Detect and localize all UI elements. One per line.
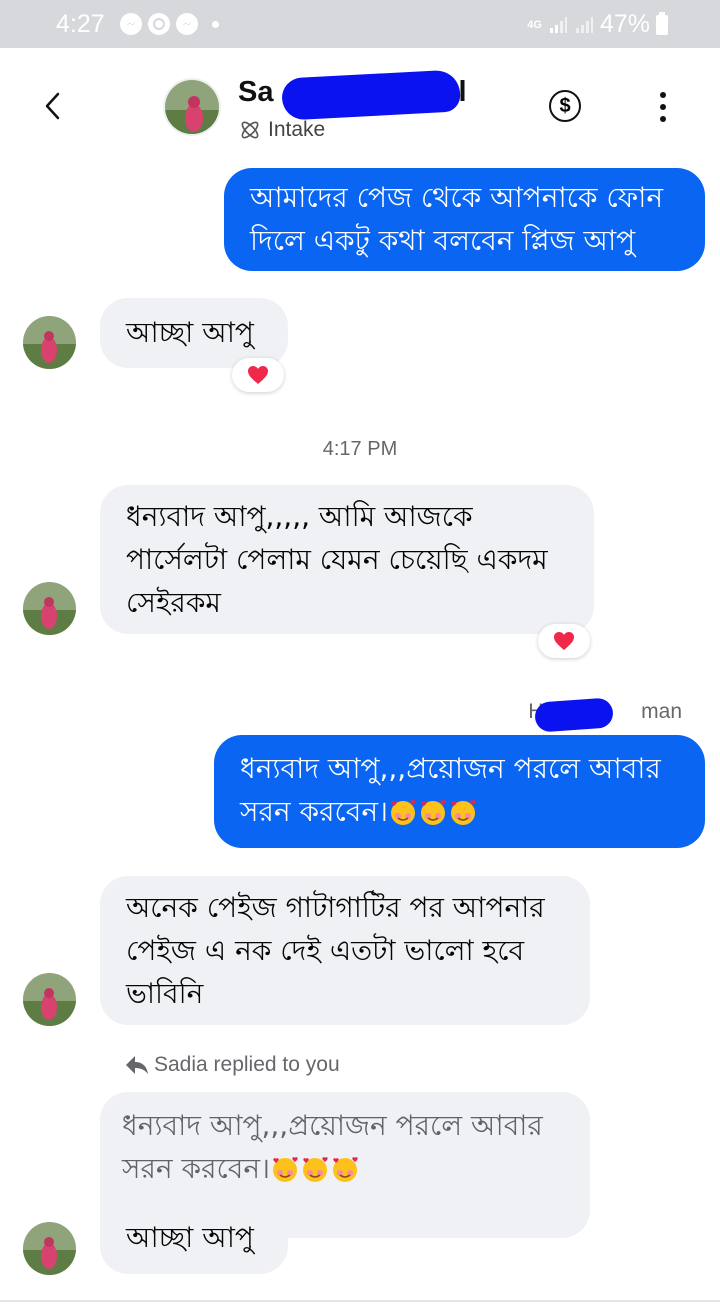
signal-icon: [575, 16, 593, 33]
messenger-icon: [176, 13, 198, 35]
sender-avatar[interactable]: [23, 316, 76, 369]
intake-text: Intake: [268, 118, 326, 141]
payment-button[interactable]: $: [549, 90, 581, 122]
smiling-face-with-hearts-icon: [391, 800, 416, 825]
message-bubble-incoming[interactable]: অনেক পেইজ গাটাগাটির পর আপনার পেইজ এ নক দ…: [100, 876, 590, 1025]
smiling-face-with-hearts-icon: [333, 1157, 358, 1182]
reply-indicator: Sadia replied to you: [124, 1053, 340, 1077]
message-bubble-outgoing[interactable]: ধন্যবাদ আপু,,,প্রয়োজন পরলে আবার সরন করব…: [214, 735, 705, 848]
more-options-button[interactable]: [652, 92, 674, 122]
sender-avatar[interactable]: [23, 582, 76, 635]
heart-icon: [248, 366, 268, 384]
battery-percent: 47%: [599, 10, 650, 38]
more-notifications-dot: [212, 20, 219, 28]
back-button[interactable]: [36, 88, 72, 124]
sender-avatar[interactable]: [23, 973, 76, 1026]
reply-icon: [126, 1056, 148, 1074]
battery-icon: [656, 11, 668, 35]
divider: [0, 1300, 720, 1302]
back-icon: [45, 92, 60, 120]
dollar-icon: $: [559, 94, 571, 117]
reaction-badge[interactable]: [232, 358, 284, 392]
notification-icons: [120, 13, 219, 35]
status-time: 4:27: [56, 10, 105, 38]
message-bubble-incoming[interactable]: আচ্ছা আপু: [100, 1202, 288, 1274]
status-bar: 4:27 4G 47%: [0, 0, 720, 48]
reaction-badge[interactable]: [538, 624, 590, 658]
message-bubble-incoming[interactable]: ধন্যবাদ আপু,,,,, আমি আজকে পার্সেলটা পেলা…: [100, 485, 594, 634]
redaction-mark: [534, 697, 614, 733]
intake-label[interactable]: Intake: [238, 118, 325, 142]
message-bubble-outgoing[interactable]: আমাদের পেজ থেকে আপনাকে ফোন দিলে একটু কথা…: [224, 168, 705, 271]
messenger-icon: [120, 13, 142, 35]
more-icon: [660, 92, 666, 98]
contact-avatar[interactable]: [163, 78, 221, 136]
smiling-face-with-hearts-icon: [421, 800, 446, 825]
smiling-face-with-hearts-icon: [273, 1157, 298, 1182]
status-right: 4G 47%: [527, 10, 668, 39]
timestamp: 4:17 PM: [322, 438, 398, 460]
signal-icon: [549, 16, 567, 33]
network-type: 4G: [527, 18, 542, 31]
whatsapp-icon: [148, 13, 170, 35]
intake-icon: [241, 121, 259, 139]
chat-header: Sa l Intake $: [0, 48, 720, 160]
sender-avatar[interactable]: [23, 1222, 76, 1275]
redaction-mark: [281, 69, 461, 121]
heart-icon: [554, 632, 574, 650]
smiling-face-with-hearts-icon: [451, 800, 476, 825]
smiling-face-with-hearts-icon: [303, 1157, 328, 1182]
